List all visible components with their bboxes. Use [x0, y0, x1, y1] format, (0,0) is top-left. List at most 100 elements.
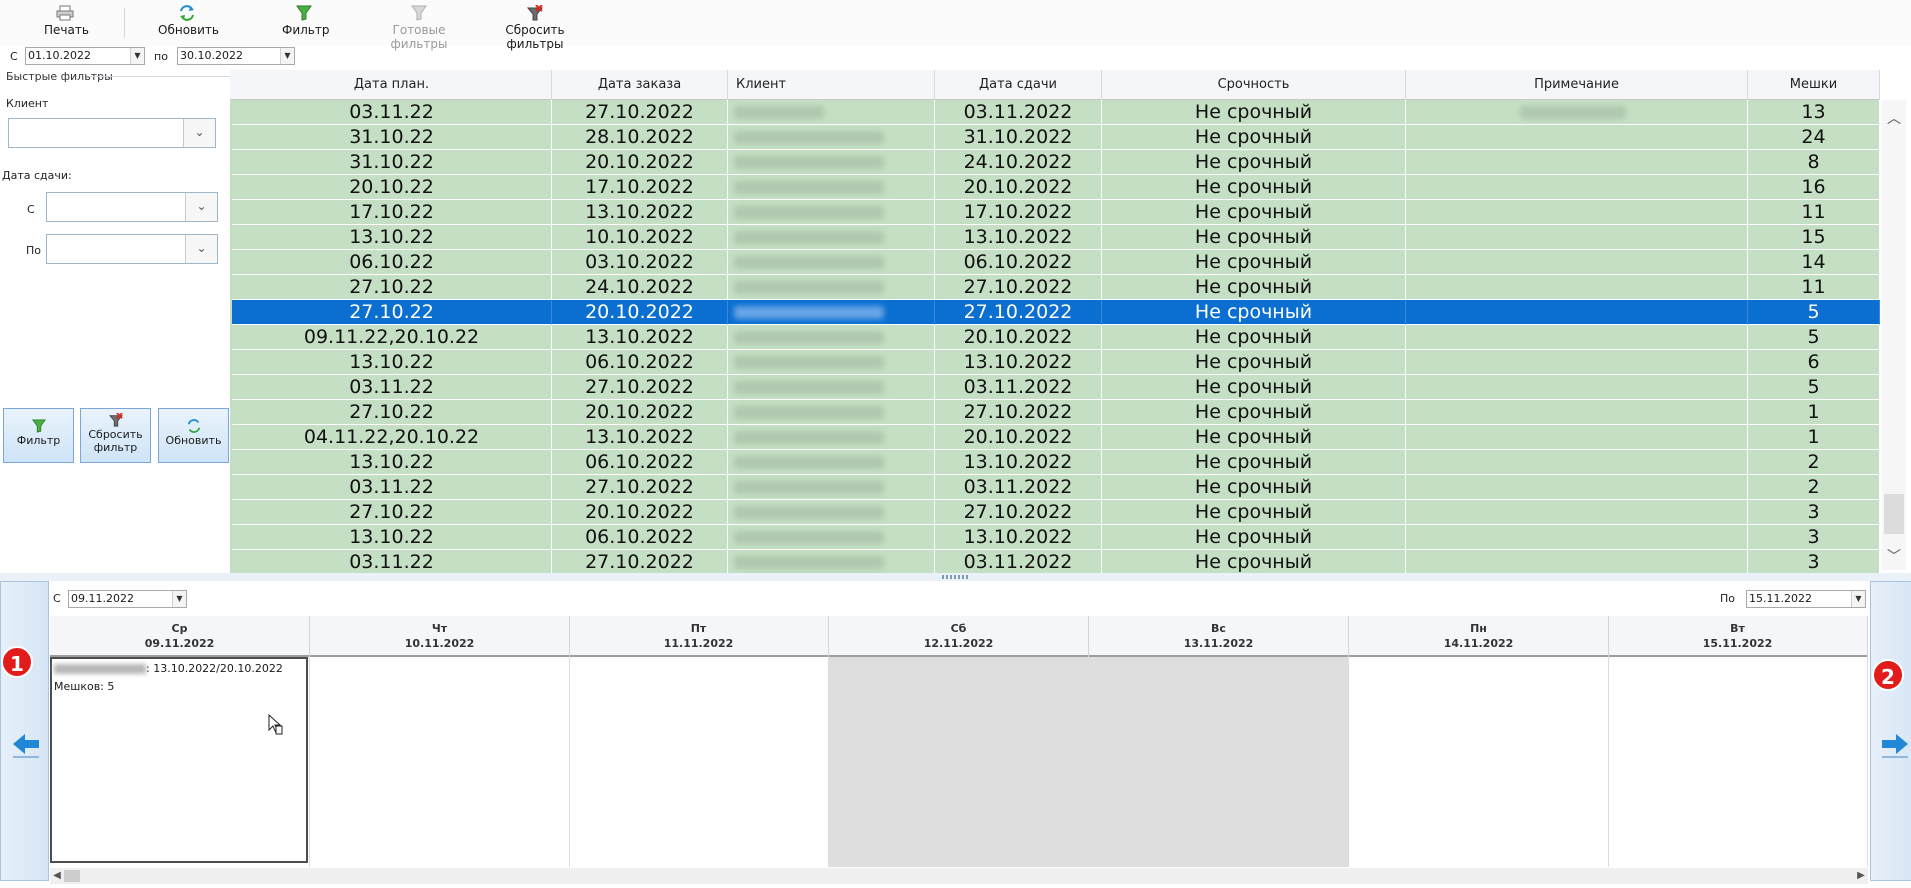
- scrollbar-thumb[interactable]: [64, 870, 80, 882]
- redacted-client-name: [734, 381, 884, 394]
- chevron-up-icon[interactable]: ︿: [1882, 108, 1906, 128]
- table-row[interactable]: 31.10.22 28.10.2022 31.10.2022 Не срочный 24: [230, 125, 1880, 150]
- col-header-note[interactable]: Примечание: [1406, 70, 1748, 100]
- table-row[interactable]: 31.10.22 20.10.2022 24.10.2022 Не срочный 8: [230, 150, 1880, 175]
- chevron-down-icon[interactable]: ▼: [1851, 591, 1865, 607]
- day-of-week: Пт: [690, 622, 707, 635]
- table-row[interactable]: 13.10.22 10.10.2022 13.10.2022 Не срочный 15: [230, 225, 1880, 250]
- cell-bags: 6: [1748, 350, 1880, 375]
- redacted-note: [1520, 106, 1626, 119]
- cell-delivery: 27.10.2022: [935, 275, 1102, 300]
- sched-to-picker[interactable]: 15.11.2022 ▼: [1746, 590, 1866, 608]
- redacted-client-name: [734, 181, 884, 194]
- chevron-down-icon[interactable]: ⌄: [185, 235, 217, 263]
- delivery-to-combo[interactable]: ⌄: [46, 234, 218, 264]
- table-row[interactable]: 27.10.22 20.10.2022 27.10.2022 Не срочный 3: [230, 500, 1880, 525]
- table-row[interactable]: 03.11.22 27.10.2022 03.11.2022 Не срочный 3: [230, 550, 1880, 573]
- table-row[interactable]: 17.10.22 13.10.2022 17.10.2022 Не срочный 11: [230, 200, 1880, 225]
- cell-plan: 27.10.22: [232, 275, 552, 300]
- refresh-label: Обновить: [158, 23, 219, 37]
- chevron-down-icon[interactable]: ⌄: [183, 119, 215, 147]
- toolbar-separator: [124, 8, 125, 38]
- prev-week-button[interactable]: [0, 581, 49, 881]
- quick-reset-button[interactable]: Сбросить фильтр: [80, 408, 151, 463]
- cell-note: [1406, 350, 1748, 375]
- cell-delivery: 06.10.2022: [935, 250, 1102, 275]
- quick-refresh-button[interactable]: Обновить: [158, 408, 229, 463]
- table-row[interactable]: 03.11.22 27.10.2022 03.11.2022 Не срочный 5: [230, 375, 1880, 400]
- quick-filters-panel: Быстрые фильтры Клиент ⌄ Дата сдачи: С ⌄…: [0, 70, 230, 570]
- table-row[interactable]: 03.11.22 27.10.2022 03.11.2022 Не срочный 13: [230, 100, 1880, 125]
- cell-note: [1406, 250, 1748, 275]
- client-combo[interactable]: ⌄: [8, 118, 216, 148]
- cell-note: [1406, 475, 1748, 500]
- redacted-client-name: [734, 506, 884, 519]
- cell-bags: 2: [1748, 450, 1880, 475]
- cell-note: [1406, 225, 1748, 250]
- table-row[interactable]: 13.10.22 06.10.2022 13.10.2022 Не срочный 6: [230, 350, 1880, 375]
- reset-filters-button[interactable]: Сбросить фильтры: [481, 4, 589, 51]
- grid-vertical-scrollbar[interactable]: ︿ ﹀: [1882, 100, 1906, 570]
- delivery-date-label: Дата сдачи:: [2, 169, 72, 182]
- cell-plan: 31.10.22: [232, 150, 552, 175]
- table-row[interactable]: 27.10.22 24.10.2022 27.10.2022 Не срочный 11: [230, 275, 1880, 300]
- chevron-right-icon[interactable]: ▶: [1854, 868, 1868, 884]
- cell-urgency: Не срочный: [1102, 275, 1406, 300]
- col-header-delivery-date[interactable]: Дата сдачи: [935, 70, 1102, 100]
- delivery-from-combo[interactable]: ⌄: [46, 192, 218, 222]
- day-column[interactable]: [829, 657, 1089, 867]
- col-header-urgency[interactable]: Срочность: [1102, 70, 1406, 100]
- ready-filters-button[interactable]: Готовые фильтры: [367, 5, 471, 51]
- table-row[interactable]: 09.11.22,20.10.22 13.10.2022 20.10.2022 Не …: [230, 325, 1880, 350]
- sched-to-value: 15.11.2022: [1749, 592, 1812, 605]
- table-row[interactable]: 04.11.22,20.10.22 13.10.2022 20.10.2022 Не …: [230, 425, 1880, 450]
- table-row[interactable]: 13.10.22 06.10.2022 13.10.2022 Не срочный 3: [230, 525, 1880, 550]
- cell-plan: 04.11.22,20.10.22: [232, 425, 552, 450]
- filter-button[interactable]: Фильтр: [282, 5, 329, 37]
- table-row[interactable]: 27.10.22 20.10.2022 27.10.2022 Не срочный 1: [230, 400, 1880, 425]
- date-to-picker[interactable]: 30.10.2022 ▼: [177, 47, 295, 65]
- table-row[interactable]: 27.10.22 20.10.2022 27.10.2022 Не срочный 5: [230, 300, 1880, 325]
- cell-client: [728, 275, 935, 300]
- next-week-button[interactable]: [1870, 581, 1911, 881]
- event-dates: : 13.10.2022/20.10.2022: [146, 662, 283, 675]
- cell-bags: 5: [1748, 325, 1880, 350]
- cell-order: 27.10.2022: [552, 475, 728, 500]
- table-row[interactable]: 06.10.22 03.10.2022 06.10.2022 Не срочный 14: [230, 250, 1880, 275]
- col-header-plan-date[interactable]: Дата план.: [232, 70, 552, 100]
- day-column[interactable]: [1349, 657, 1609, 867]
- cell-order: 20.10.2022: [552, 400, 728, 425]
- scrollbar-thumb[interactable]: [1884, 494, 1904, 534]
- schedule-horizontal-scrollbar[interactable]: ◀ ▶: [50, 868, 1868, 884]
- table-row[interactable]: 20.10.22 17.10.2022 20.10.2022 Не срочный 16: [230, 175, 1880, 200]
- schedule-event[interactable]: : 13.10.2022/20.10.2022 Мешков: 5: [50, 657, 308, 863]
- chevron-down-icon[interactable]: ﹀: [1882, 546, 1906, 566]
- sched-from-picker[interactable]: 09.11.2022 ▼: [68, 590, 187, 608]
- delivery-from-label: С: [27, 203, 35, 216]
- col-header-bags[interactable]: Мешки: [1748, 70, 1880, 100]
- refresh-button[interactable]: Обновить: [158, 5, 219, 37]
- date-from-picker[interactable]: 01.10.2022 ▼: [25, 47, 145, 65]
- day-header: Вт 15.11.2022: [1608, 616, 1868, 657]
- print-button[interactable]: Печать: [44, 5, 89, 37]
- day-column[interactable]: [569, 657, 829, 867]
- cell-urgency: Не срочный: [1102, 125, 1406, 150]
- chevron-down-icon[interactable]: ▼: [130, 48, 144, 64]
- table-row[interactable]: 13.10.22 06.10.2022 13.10.2022 Не срочный 2: [230, 450, 1880, 475]
- col-header-order-date[interactable]: Дата заказа: [552, 70, 728, 100]
- table-row[interactable]: 03.11.22 27.10.2022 03.11.2022 Не срочный 2: [230, 475, 1880, 500]
- chevron-down-icon[interactable]: ▼: [172, 591, 186, 607]
- panel-splitter[interactable]: [0, 573, 1911, 581]
- sched-from-value: 09.11.2022: [71, 592, 134, 605]
- splitter-grip-icon[interactable]: [942, 575, 970, 579]
- chevron-down-icon[interactable]: ▼: [280, 48, 294, 64]
- redacted-client-name: [734, 356, 884, 369]
- day-column[interactable]: [310, 657, 570, 867]
- chevron-down-icon[interactable]: ⌄: [185, 193, 217, 221]
- col-header-client[interactable]: Клиент: [728, 70, 935, 100]
- cell-client: [728, 475, 935, 500]
- day-column[interactable]: [1089, 657, 1349, 867]
- quick-filter-button[interactable]: Фильтр: [3, 408, 74, 463]
- day-column[interactable]: [1608, 657, 1868, 867]
- chevron-left-icon[interactable]: ◀: [50, 868, 64, 884]
